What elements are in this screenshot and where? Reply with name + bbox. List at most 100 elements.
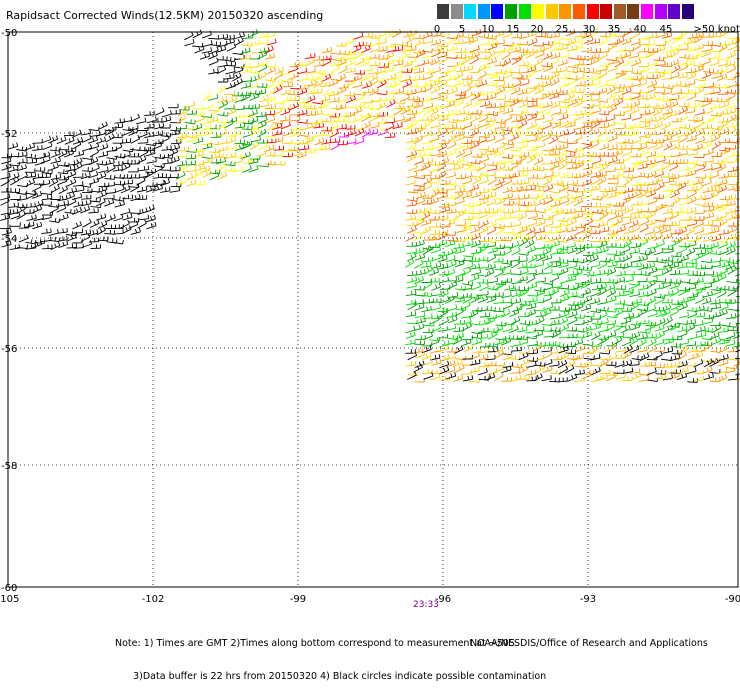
wind-barb — [727, 263, 737, 264]
wind-barb — [451, 136, 453, 140]
wind-barb — [656, 116, 657, 120]
wind-barb — [613, 279, 614, 283]
wind-barb — [563, 269, 565, 273]
wind-barb — [671, 256, 681, 257]
wind-barb — [526, 273, 536, 274]
wind-barb — [567, 171, 569, 175]
wind-barb — [632, 185, 642, 186]
wind-barb — [557, 263, 567, 264]
wind-barb — [659, 116, 661, 120]
wind-barb — [622, 217, 632, 218]
wind-barb — [701, 327, 702, 331]
wind-barb — [590, 72, 600, 74]
wind-barb — [526, 226, 527, 230]
wind-barb — [476, 160, 477, 164]
wind-barb — [559, 320, 560, 324]
wind-barb — [582, 37, 583, 41]
wind-barb — [467, 145, 468, 149]
wind-barb — [446, 153, 455, 156]
wind-barb — [577, 76, 578, 80]
wind-barb — [671, 52, 672, 56]
wind-barb — [413, 66, 414, 70]
wind-barb — [503, 329, 513, 332]
wind-barb — [626, 89, 627, 93]
wind-barb — [453, 298, 463, 299]
wind-barb — [629, 133, 639, 136]
wind-barb — [705, 332, 706, 336]
wind-barb — [537, 297, 538, 301]
wind-barb — [598, 245, 608, 248]
wind-barb — [606, 241, 607, 245]
wind-barb — [597, 101, 607, 103]
wind-barb — [501, 302, 511, 303]
wind-barb — [435, 167, 436, 171]
wind-barb — [668, 109, 669, 113]
wind-barb — [639, 204, 649, 205]
wind-barb — [646, 329, 647, 333]
wind-barb — [456, 87, 457, 91]
wind-barb — [494, 153, 504, 156]
wind-barb — [694, 182, 704, 184]
wind-barb — [426, 347, 427, 351]
wind-barb — [432, 52, 433, 56]
wind-barb — [600, 278, 601, 282]
wind-barb — [596, 186, 597, 190]
wind-barb — [593, 91, 594, 95]
wind-barb — [630, 317, 631, 321]
wind-barb — [418, 103, 419, 107]
wind-barb — [419, 241, 420, 245]
wind-barb — [522, 240, 524, 244]
wind-barb — [630, 38, 631, 42]
wind-barb — [550, 318, 560, 319]
wind-barb — [687, 96, 696, 100]
wind-barb — [710, 58, 720, 59]
wind-barb — [662, 100, 672, 101]
wind-barb — [731, 201, 732, 205]
wind-barb — [448, 296, 449, 300]
wind-barb — [620, 257, 621, 261]
wind-barb — [425, 317, 426, 321]
wind-barb — [448, 320, 457, 324]
wind-barb — [731, 209, 732, 213]
wind-barb — [488, 77, 498, 79]
wind-barb — [479, 115, 489, 116]
wind-barb — [415, 290, 416, 294]
wind-barb — [488, 281, 498, 283]
wind-barb — [491, 95, 492, 99]
wind-barb — [501, 119, 502, 123]
wind-barb — [518, 65, 528, 66]
wind-barb — [546, 311, 548, 315]
wind-barb — [661, 143, 663, 147]
wind-barb — [479, 124, 480, 128]
wind-barb — [478, 149, 488, 150]
wind-barb — [577, 188, 578, 192]
wind-barb — [694, 108, 695, 112]
wind-barb — [480, 269, 481, 273]
wind-barb — [552, 199, 562, 201]
wind-barb — [459, 61, 460, 65]
wind-barb — [431, 250, 441, 253]
wind-barb — [415, 215, 416, 219]
wind-barb — [509, 285, 510, 289]
wind-barb — [427, 131, 428, 135]
wind-barb — [632, 213, 642, 214]
wind-barb — [516, 47, 517, 51]
wind-barb — [615, 123, 625, 125]
wind-barb — [640, 126, 650, 128]
wind-barb — [712, 228, 713, 232]
wind-barb — [659, 73, 661, 77]
wind-barb — [415, 226, 417, 230]
wind-barb — [655, 230, 664, 234]
wind-barb — [423, 247, 424, 251]
wind-barb — [564, 296, 565, 300]
wind-barb — [713, 212, 714, 216]
wind-barb — [568, 67, 578, 68]
wind-barb — [416, 30, 418, 34]
wind-barb — [651, 152, 652, 156]
wind-barb — [658, 178, 660, 182]
wind-barb — [623, 109, 632, 113]
wind-barb — [486, 203, 496, 206]
wind-barb — [728, 189, 738, 191]
wind-barb — [731, 268, 733, 272]
wind-barb — [624, 226, 625, 230]
